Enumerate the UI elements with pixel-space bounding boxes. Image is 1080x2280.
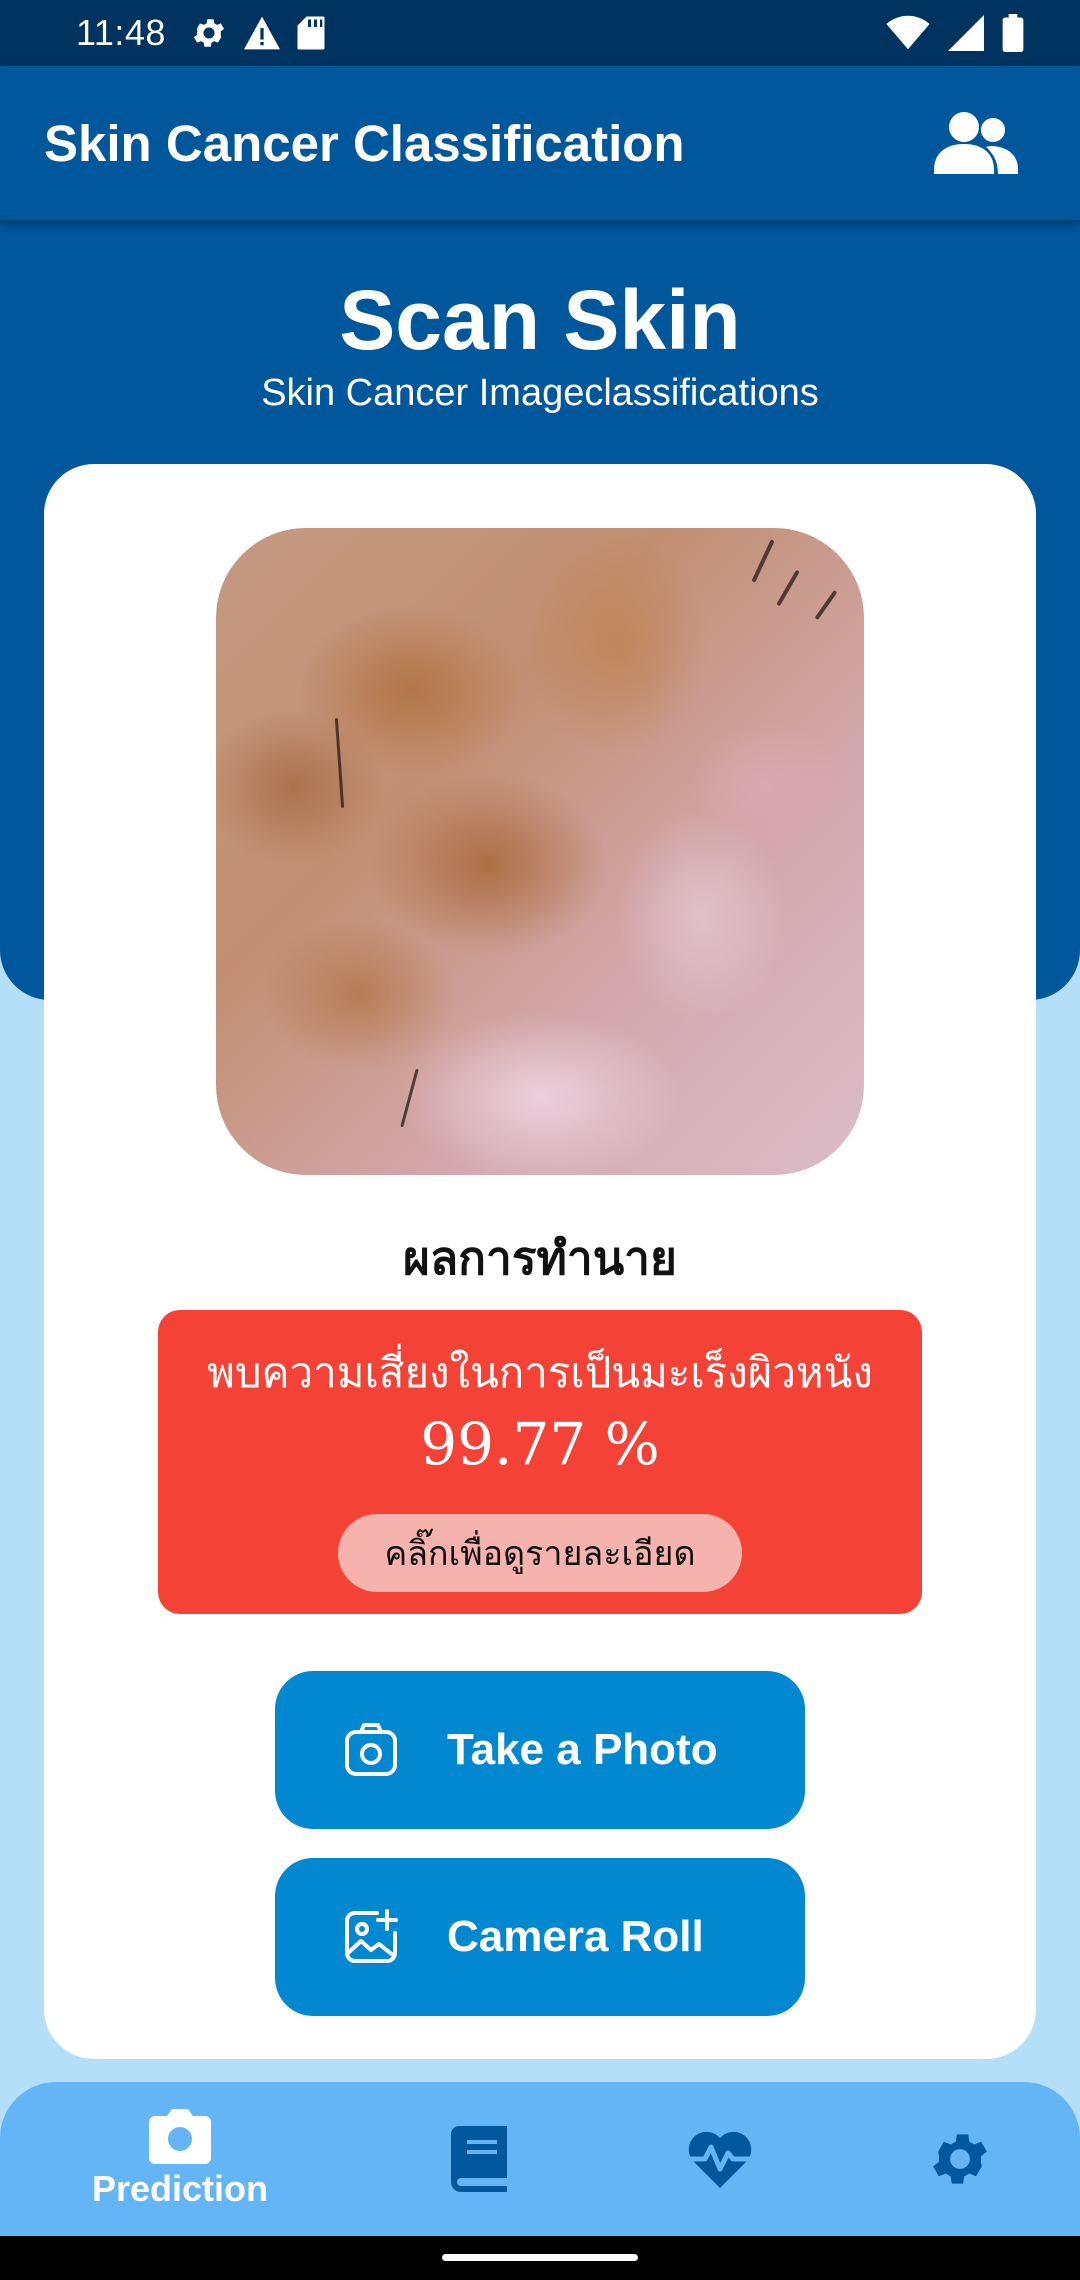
nav-item-settings[interactable]: [880, 2082, 1040, 2236]
status-time: 11:48: [76, 12, 166, 53]
result-box: พบความเสี่ยงในการเป็นมะเร็งผิวหนัง 99.77…: [158, 1310, 922, 1614]
app-title: Skin Cancer Classification: [44, 114, 685, 172]
take-photo-button[interactable]: Take a Photo: [275, 1671, 805, 1829]
camera-roll-label: Camera Roll: [447, 1912, 704, 1961]
status-bar-right: [886, 14, 1024, 52]
cellular-signal-icon: [948, 15, 984, 51]
gesture-bar: [0, 2236, 1080, 2280]
skin-scan-image: [216, 528, 864, 1175]
result-message: พบความเสี่ยงในการเป็นมะเร็งผิวหนัง: [207, 1348, 873, 1397]
camera-outline-icon: [345, 1723, 397, 1776]
app-bar: Skin Cancer Classification: [0, 66, 1080, 220]
settings-gear-icon: [933, 2134, 987, 2184]
image-add-icon: [345, 1909, 398, 1963]
heart-pulse-icon: [687, 2131, 753, 2188]
nav-item-prediction[interactable]: Prediction: [60, 2082, 300, 2236]
view-details-button[interactable]: คลิ๊กเพื่อดูรายละเอียด: [338, 1514, 742, 1592]
camera-icon: [149, 2109, 211, 2164]
status-bar-left: 11:48: [76, 12, 326, 54]
result-heading: ผลการทำนาย: [403, 1231, 677, 1285]
settings-gear-icon: [193, 19, 224, 47]
nav-item-health[interactable]: [640, 2082, 800, 2236]
bottom-nav: Prediction: [0, 2082, 1080, 2236]
camera-roll-button[interactable]: Camera Roll: [275, 1858, 805, 2016]
wifi-icon: [886, 15, 930, 50]
sd-card-icon: [297, 16, 325, 50]
nav-item-label: Prediction: [91, 2168, 269, 2209]
status-bar: 11:48: [0, 0, 1080, 66]
hero-subtitle: Skin Cancer Imageclassifications: [261, 372, 819, 414]
battery-icon: [1002, 14, 1024, 52]
gesture-handle[interactable]: [442, 2254, 638, 2261]
hero-title: Scan Skin: [339, 273, 741, 367]
result-confidence: 99.77 %: [420, 1410, 660, 1478]
users-icon[interactable]: [932, 110, 1018, 176]
nav-item-book[interactable]: [400, 2082, 560, 2236]
book-icon: [451, 2126, 507, 2192]
take-photo-label: Take a Photo: [447, 1725, 718, 1774]
warning-icon: [243, 16, 280, 50]
